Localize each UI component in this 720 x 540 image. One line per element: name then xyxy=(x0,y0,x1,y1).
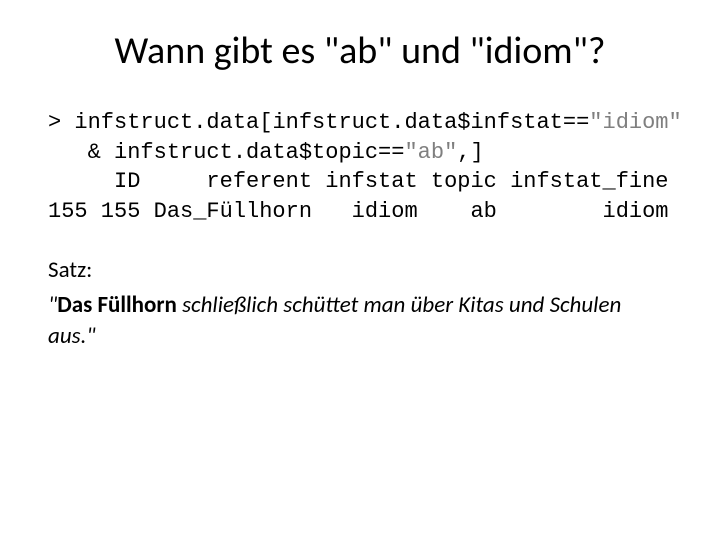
body-quote: "Das Füllhorn schließlich schüttet man ü… xyxy=(48,290,672,352)
slide-title: Wann gibt es "ab" und "idiom"? xyxy=(48,28,672,74)
code-line1a: infstruct.data[infstruct.data$infstat== xyxy=(74,110,589,135)
code-line2c: ,] xyxy=(457,140,483,165)
body-text: Satz: "Das Füllhorn schließlich schüttet… xyxy=(48,255,672,352)
code-row: 155 155 Das_Füllhorn idiom ab idiom xyxy=(48,199,669,224)
code-header: ID referent infstat topic infstat_fine xyxy=(48,169,669,194)
code-str-ab: "ab" xyxy=(404,140,457,165)
body-label: Satz: xyxy=(48,255,672,286)
code-prompt: > xyxy=(48,110,61,135)
quote-prefix: " xyxy=(48,291,57,319)
code-str-idiom: "idiom" xyxy=(589,110,681,135)
code-line2a: & infstruct.data$topic== xyxy=(48,140,404,165)
code-block: > infstruct.data[infstruct.data$infstat=… xyxy=(48,108,672,227)
quote-bold: Das Füllhorn xyxy=(57,291,177,319)
